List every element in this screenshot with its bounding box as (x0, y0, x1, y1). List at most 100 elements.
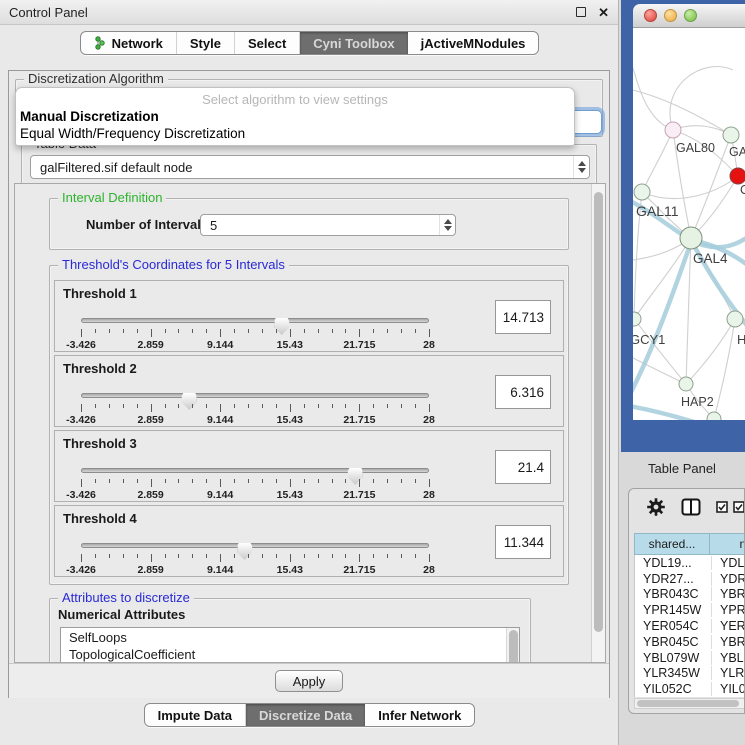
table-horizontal-scrollbar[interactable] (634, 698, 745, 709)
cell-shared-name: YER054C (635, 619, 711, 633)
network-node-hap2[interactable] (679, 377, 693, 391)
threshold-label: Threshold 2 (63, 361, 137, 376)
threshold-label: Threshold 1 (63, 286, 137, 301)
cell-shared-name: YPR145W (635, 603, 711, 617)
scale-label: 2.859 (137, 414, 163, 426)
combo-stepper-icon[interactable] (439, 215, 455, 235)
close-icon[interactable]: ✕ (598, 6, 609, 19)
table-row[interactable]: YLR345WYLR345W (635, 666, 745, 682)
node-label: GA (729, 145, 745, 159)
node-label: GAL4 (693, 251, 728, 266)
columns-icon[interactable] (681, 498, 701, 521)
threshold-slider[interactable]: -3.4262.8599.14415.4321.71528 (81, 312, 429, 348)
tab-label: Select (248, 36, 286, 51)
table-data-combobox[interactable]: galFiltered.sif default node (30, 155, 590, 179)
table-row[interactable]: YPR145WYPR145W (635, 602, 745, 618)
table-row[interactable]: YBR043CYBR043C (635, 587, 745, 603)
tab-label: jActiveMNodules (421, 36, 526, 51)
float-window-icon[interactable] (576, 7, 586, 17)
slider-track[interactable] (81, 393, 429, 398)
tab-label: Style (190, 36, 221, 51)
close-traffic-light-icon[interactable] (644, 9, 657, 22)
threshold-slider[interactable]: -3.4262.8599.14415.4321.71528 (81, 462, 429, 498)
network-window-titlebar (633, 4, 745, 28)
algorithm-option-equal-width-frequency-discretization[interactable]: Equal Width/Frequency Discretization (16, 125, 574, 142)
network-node-gal80[interactable] (665, 122, 681, 138)
slider-track[interactable] (81, 318, 429, 323)
discretization-algorithm-title: Discretization Algorithm (24, 71, 168, 86)
cell-shared-name: YBR045C (635, 635, 711, 649)
threshold-1-panel: Threshold 1 -3.4262.8599.14415.4321.71528… (54, 280, 564, 352)
settings-scrollbar[interactable] (591, 184, 605, 662)
checkbox-checked-icon[interactable] (733, 500, 745, 518)
scale-label: 21.715 (343, 339, 375, 351)
checkbox-checked-icon[interactable] (716, 500, 728, 518)
list-scrollbar[interactable] (506, 628, 519, 663)
threshold-slider[interactable]: -3.4262.8599.14415.4321.71528 (81, 387, 429, 423)
threshold-value-field[interactable]: 14.713 (495, 300, 551, 334)
algorithm-option-manual-discretization[interactable]: Manual Discretization (16, 108, 574, 125)
table-row[interactable]: YDR27...YDR27... (635, 571, 745, 587)
table-row[interactable]: YBR045CYBR045C (635, 634, 745, 650)
algorithm-placeholder-option: Select algorithm to view settings (16, 91, 574, 108)
network-canvas[interactable]: GAL80GACGAL11GAL4GCY1HHAP2 (633, 28, 745, 420)
tab-style[interactable]: Style (177, 32, 235, 54)
scale-label: -3.426 (66, 564, 96, 576)
threshold-3-panel: Threshold 3-3.4262.8599.14415.4321.71528… (54, 430, 564, 502)
threshold-slider[interactable]: -3.4262.8599.14415.4321.71528 (81, 537, 429, 573)
slider-track[interactable] (81, 543, 429, 548)
cell-shared-name: YLR345W (635, 666, 711, 680)
number-of-intervals-combobox[interactable]: 5 (200, 214, 456, 236)
scale-label: 2.859 (137, 489, 163, 501)
scale-label: 21.715 (343, 564, 375, 576)
minimize-traffic-light-icon[interactable] (664, 9, 677, 22)
network-node-gal4[interactable] (680, 227, 702, 249)
slider-track[interactable] (81, 468, 429, 473)
tab-network[interactable]: Network (81, 32, 177, 54)
tab-discretize-data[interactable]: Discretize Data (246, 704, 365, 726)
table-row[interactable]: YDL19...YDL19... (635, 555, 745, 571)
node-label: GAL11 (636, 203, 679, 219)
network-node-c[interactable] (730, 168, 745, 184)
maximize-traffic-light-icon[interactable] (684, 9, 697, 22)
combo-stepper-icon[interactable] (573, 156, 589, 178)
scrollbar-thumb[interactable] (637, 700, 739, 707)
column-header-shared[interactable]: shared... (634, 533, 710, 555)
network-graph[interactable]: GAL80GACGAL11GAL4GCY1HHAP2 (633, 28, 745, 420)
network-node-ga[interactable] (723, 127, 739, 143)
table-row[interactable]: YIL052CYIL052C (635, 681, 745, 697)
scale-label: 15.43 (277, 414, 303, 426)
list-item-selfloops[interactable]: SelfLoops (61, 629, 506, 646)
app-root: Control Panel ✕ NetworkStyleSelectCyni T… (0, 0, 745, 745)
thresholds-group-title: Threshold's Coordinates for 5 Intervals (58, 257, 289, 272)
scale-label: 21.715 (343, 489, 375, 501)
gear-icon[interactable] (646, 497, 666, 522)
network-node-gcy1[interactable] (633, 312, 641, 326)
tab-jactivemnodules[interactable]: jActiveMNodules (408, 32, 539, 54)
threshold-value-field[interactable]: 21.4 (495, 450, 551, 484)
threshold-value-field[interactable]: 6.316 (495, 375, 551, 409)
tab-select[interactable]: Select (235, 32, 300, 54)
tab-label: Infer Network (378, 708, 461, 723)
network-node-h[interactable] (727, 311, 743, 327)
interval-definition-group: Interval Definition Number of Intervals … (49, 198, 569, 250)
column-header-name[interactable]: name (710, 533, 745, 555)
network-icon (94, 36, 107, 50)
tab-label: Cyni Toolbox (313, 36, 394, 51)
scrollbar-thumb[interactable] (594, 192, 603, 632)
tab-impute-data[interactable]: Impute Data (145, 704, 246, 726)
node-label: GAL80 (676, 141, 715, 155)
threshold-2-panel: Threshold 2 -3.4262.8599.14415.4321.71528… (54, 355, 564, 427)
threshold-value-field[interactable]: 11.344 (495, 525, 551, 559)
scale-label: -3.426 (66, 489, 96, 501)
tab-infer-network[interactable]: Infer Network (365, 704, 474, 726)
network-node-gal11[interactable] (634, 184, 650, 200)
tab-label: Discretize Data (259, 708, 352, 723)
tab-cyni-toolbox[interactable]: Cyni Toolbox (300, 32, 407, 54)
scrollbar-thumb[interactable] (509, 630, 518, 663)
list-item-topologicalcoefficient[interactable]: TopologicalCoefficient (61, 646, 506, 663)
table-row[interactable]: YBL079WYBL079W (635, 650, 745, 666)
table-row[interactable]: YER054CYER054C (635, 618, 745, 634)
cell-shared-name: YBR043C (635, 587, 711, 601)
apply-button[interactable]: Apply (275, 670, 343, 692)
